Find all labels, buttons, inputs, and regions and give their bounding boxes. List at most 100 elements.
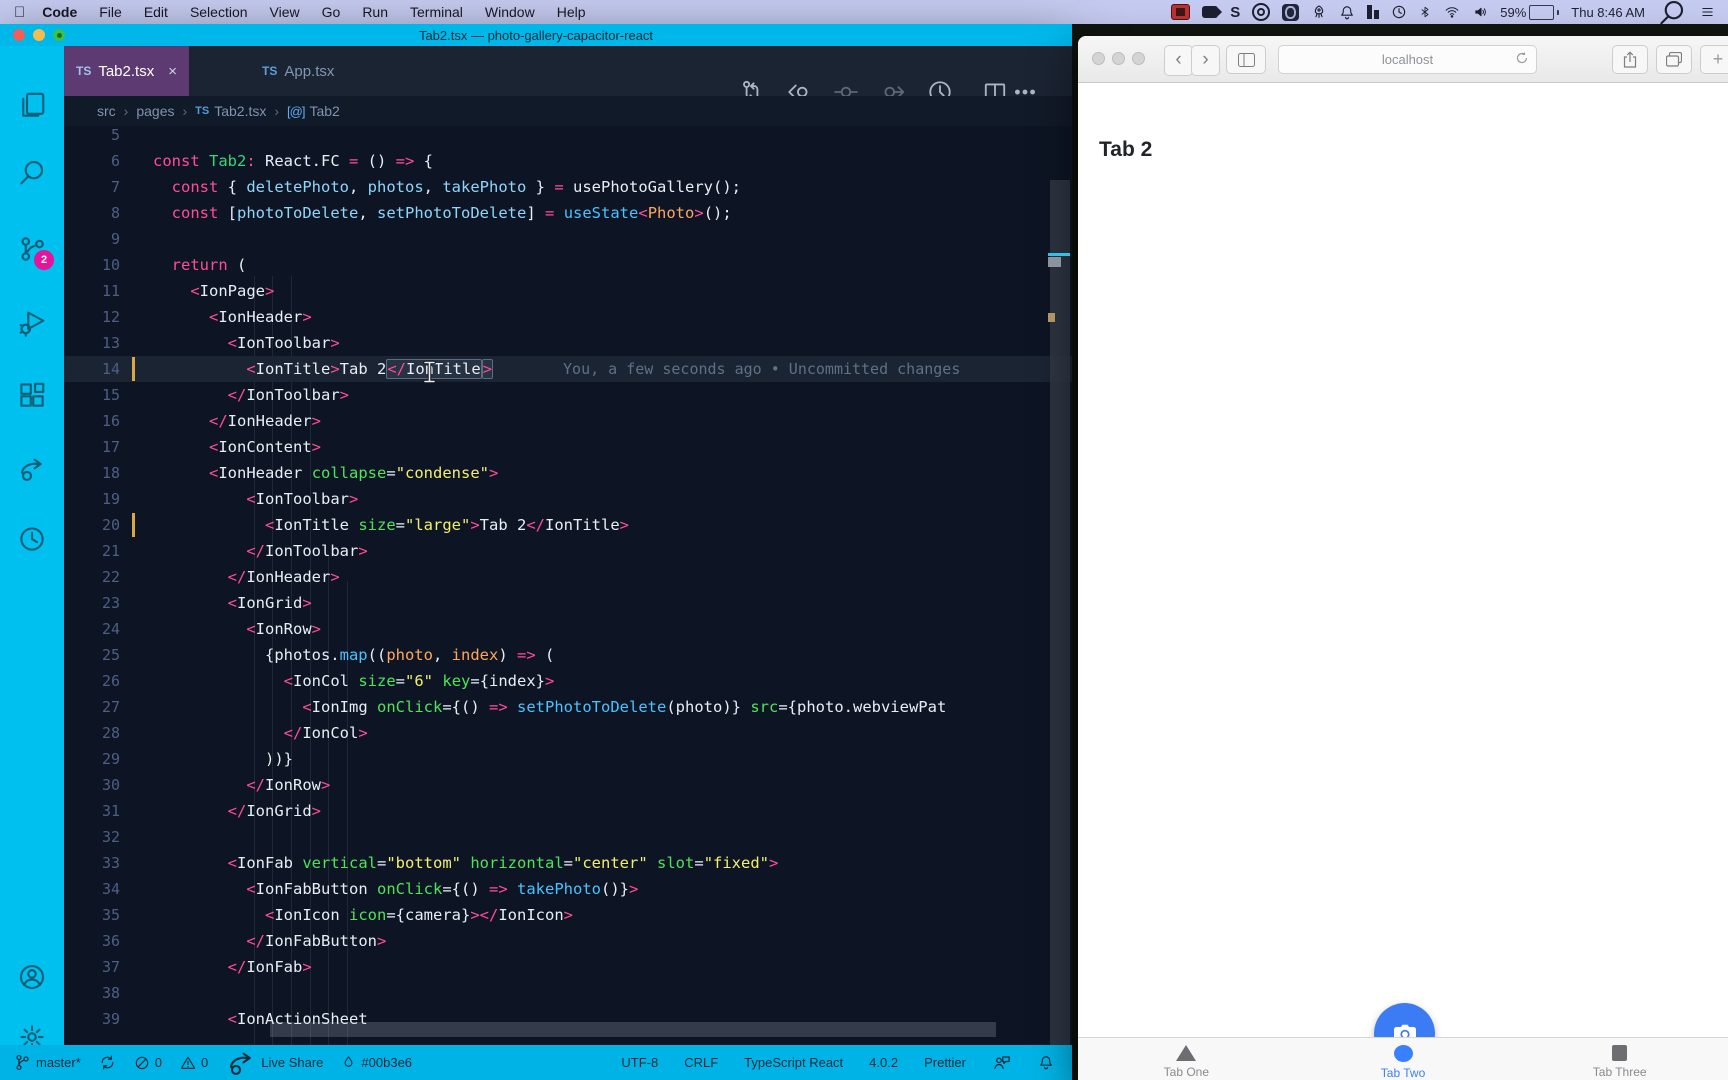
tab-tab-three[interactable]: Tab Three [1511,1038,1728,1080]
code-line-13[interactable]: 13 <IonToolbar> [64,330,1072,356]
code-line-30[interactable]: 30 </IonRow> [64,772,1072,798]
apple-menu-icon[interactable]:  [14,4,25,21]
tab-tab-one[interactable]: Tab One [1078,1038,1295,1080]
code-line-7[interactable]: 7 const { deletePhoto, photos, takePhoto… [64,174,1072,200]
status-item-bell-icon[interactable] [1038,1054,1054,1071]
editor-tab-app.tsx[interactable]: TS App.tsx [250,46,346,96]
code-line-23[interactable]: 23 <IonGrid> [64,590,1072,616]
battery-indicator[interactable]: 59% [1500,3,1560,21]
menu-run[interactable]: Run [351,4,399,20]
code-line-28[interactable]: 28 </IonCol> [64,720,1072,746]
menu-help[interactable]: Help [546,4,597,20]
activity-search-icon[interactable] [17,157,47,187]
code-line-21[interactable]: 21 </IonToolbar> [64,538,1072,564]
back-button[interactable]: ‹ [1164,45,1193,76]
menu-window[interactable]: Window [474,4,546,20]
close-tab-icon[interactable]: × [168,63,177,80]
status-item-0[interactable]: 0 [134,1055,162,1071]
status-item-0[interactable]: 0 [180,1055,208,1071]
breadcrumb-item-tab2[interactable]: › [@] Tab2 [266,103,339,119]
code-line-25[interactable]: 25 {photos.map((photo, index) => ( [64,642,1072,668]
address-bar[interactable]: localhost [1278,45,1537,74]
status-item-master-[interactable]: master* [14,1054,81,1071]
menu-edit[interactable]: Edit [133,4,179,20]
code-line-26[interactable]: 26 <IonCol size="6" key={index}> [64,668,1072,694]
menu-terminal[interactable]: Terminal [399,4,474,20]
vscode-titlebar[interactable]: Tab2.tsx — photo-gallery-capacitor-react [0,24,1072,46]
code-line-27[interactable]: 27 <IonImg onClick={() => setPhotoToDele… [64,694,1072,720]
new-tab-button[interactable]: + [1700,45,1728,74]
code-line-32[interactable]: 32 [64,824,1072,850]
menu-code[interactable]: Code [31,4,88,20]
status-item-utf-8[interactable]: UTF-8 [621,1055,658,1070]
editor-tab-tab2.tsx[interactable]: TS Tab2.tsx × [64,46,189,96]
safari-close-button[interactable] [1092,52,1105,65]
close-window-button[interactable] [13,29,25,41]
code-line-34[interactable]: 34 <IonFabButton onClick={() => takePhot… [64,876,1072,902]
menubar-clock-face-icon[interactable] [1391,3,1407,21]
sidebar-button[interactable] [1226,45,1266,74]
activity-live-share-icon[interactable] [17,454,47,484]
menu-file[interactable]: File [88,4,133,20]
menubar-bluetooth-icon[interactable] [1419,3,1431,21]
code-line-24[interactable]: 24 <IonRow> [64,616,1072,642]
share-button[interactable] [1612,45,1648,74]
code-line-19[interactable]: 19 <IonToolbar> [64,486,1072,512]
menubar-s-letter-icon[interactable]: S [1230,3,1240,21]
code-line-33[interactable]: 33 <IonFab vertical="bottom" horizontal=… [64,850,1072,876]
safari-minimize-button[interactable] [1112,52,1125,65]
status-item-feedback-icon[interactable] [992,1054,1012,1072]
status-item-live-share[interactable]: Live Share [226,1048,323,1078]
breadcrumb-item-tab2.tsx[interactable]: › TS Tab2.tsx [175,103,267,119]
menu-go[interactable]: Go [311,4,352,20]
status-item-sync-icon[interactable] [99,1054,116,1071]
code-line-37[interactable]: 37 </IonFab> [64,954,1072,980]
menubar-bell-icon[interactable] [1339,3,1355,21]
activity-extensions-icon[interactable] [17,380,47,410]
code-line-22[interactable]: 22 </IonHeader> [64,564,1072,590]
activity-run-debug-icon[interactable] [17,307,47,337]
code-line-17[interactable]: 17 <IonContent> [64,434,1072,460]
menubar-wifi-icon[interactable] [1443,3,1461,21]
code-line-5[interactable]: 5 [64,126,1072,148]
breadcrumb-item-pages[interactable]: › pages [116,103,175,119]
status-item-typescript-react[interactable]: TypeScript React [744,1055,843,1070]
menubar-film-icon[interactable] [1171,3,1191,21]
menubar-camera-icon[interactable] [1202,3,1223,21]
vertical-scrollbar[interactable] [1050,180,1070,1045]
show-tabs-button[interactable] [1656,45,1692,74]
safari-zoom-button[interactable] [1132,52,1145,65]
zoom-window-button[interactable] [53,29,65,41]
tab-tab-two[interactable]: Tab Two [1295,1038,1512,1080]
code-line-16[interactable]: 16 </IonHeader> [64,408,1072,434]
breadcrumb-item-src[interactable]: src [97,103,116,119]
activity-files-icon[interactable] [17,90,47,120]
code-editor[interactable]: 5 6 const Tab2: React.FC = () => {7 const … [64,126,1072,1045]
menubar-search-icon[interactable] [1657,0,1687,25]
horizontal-scrollbar[interactable] [270,1022,996,1037]
status-item-crlf[interactable]: CRLF [684,1055,718,1070]
menubar-rings-icon[interactable] [1252,3,1271,21]
activity-history-icon[interactable] [17,524,47,554]
code-line-8[interactable]: 8 const [photoToDelete, setPhotoToDelete… [64,200,1072,226]
menubar-volume-icon[interactable] [1473,3,1488,21]
code-line-29[interactable]: 29 ))} [64,746,1072,772]
forward-button[interactable]: › [1191,45,1220,76]
menubar-clock[interactable]: Thu 8:46 AM [1571,3,1645,21]
code-line-38[interactable]: 38 [64,980,1072,1006]
code-line-31[interactable]: 31 </IonGrid> [64,798,1072,824]
status-item-#00b3e6[interactable]: #00b3e6 [341,1054,412,1071]
menubar-app-square-icon[interactable] [1282,3,1300,21]
code-line-12[interactable]: 12 <IonHeader> [64,304,1072,330]
status-item-prettier[interactable]: Prettier [924,1055,966,1070]
code-line-20[interactable]: 20 <IonTitle size="large">Tab 2</IonTitl… [64,512,1072,538]
code-line-9[interactable]: 9 [64,226,1072,252]
code-line-15[interactable]: 15 </IonToolbar> [64,382,1072,408]
status-item-4.0.2[interactable]: 4.0.2 [869,1055,898,1070]
minimize-window-button[interactable] [33,29,45,41]
menu-selection[interactable]: Selection [179,4,259,20]
menu-view[interactable]: View [259,4,311,20]
code-line-18[interactable]: 18 <IonHeader collapse="condense"> [64,460,1072,486]
activity-account-icon[interactable] [17,962,47,992]
code-line-35[interactable]: 35 <IonIcon icon={camera}></IonIcon> [64,902,1072,928]
